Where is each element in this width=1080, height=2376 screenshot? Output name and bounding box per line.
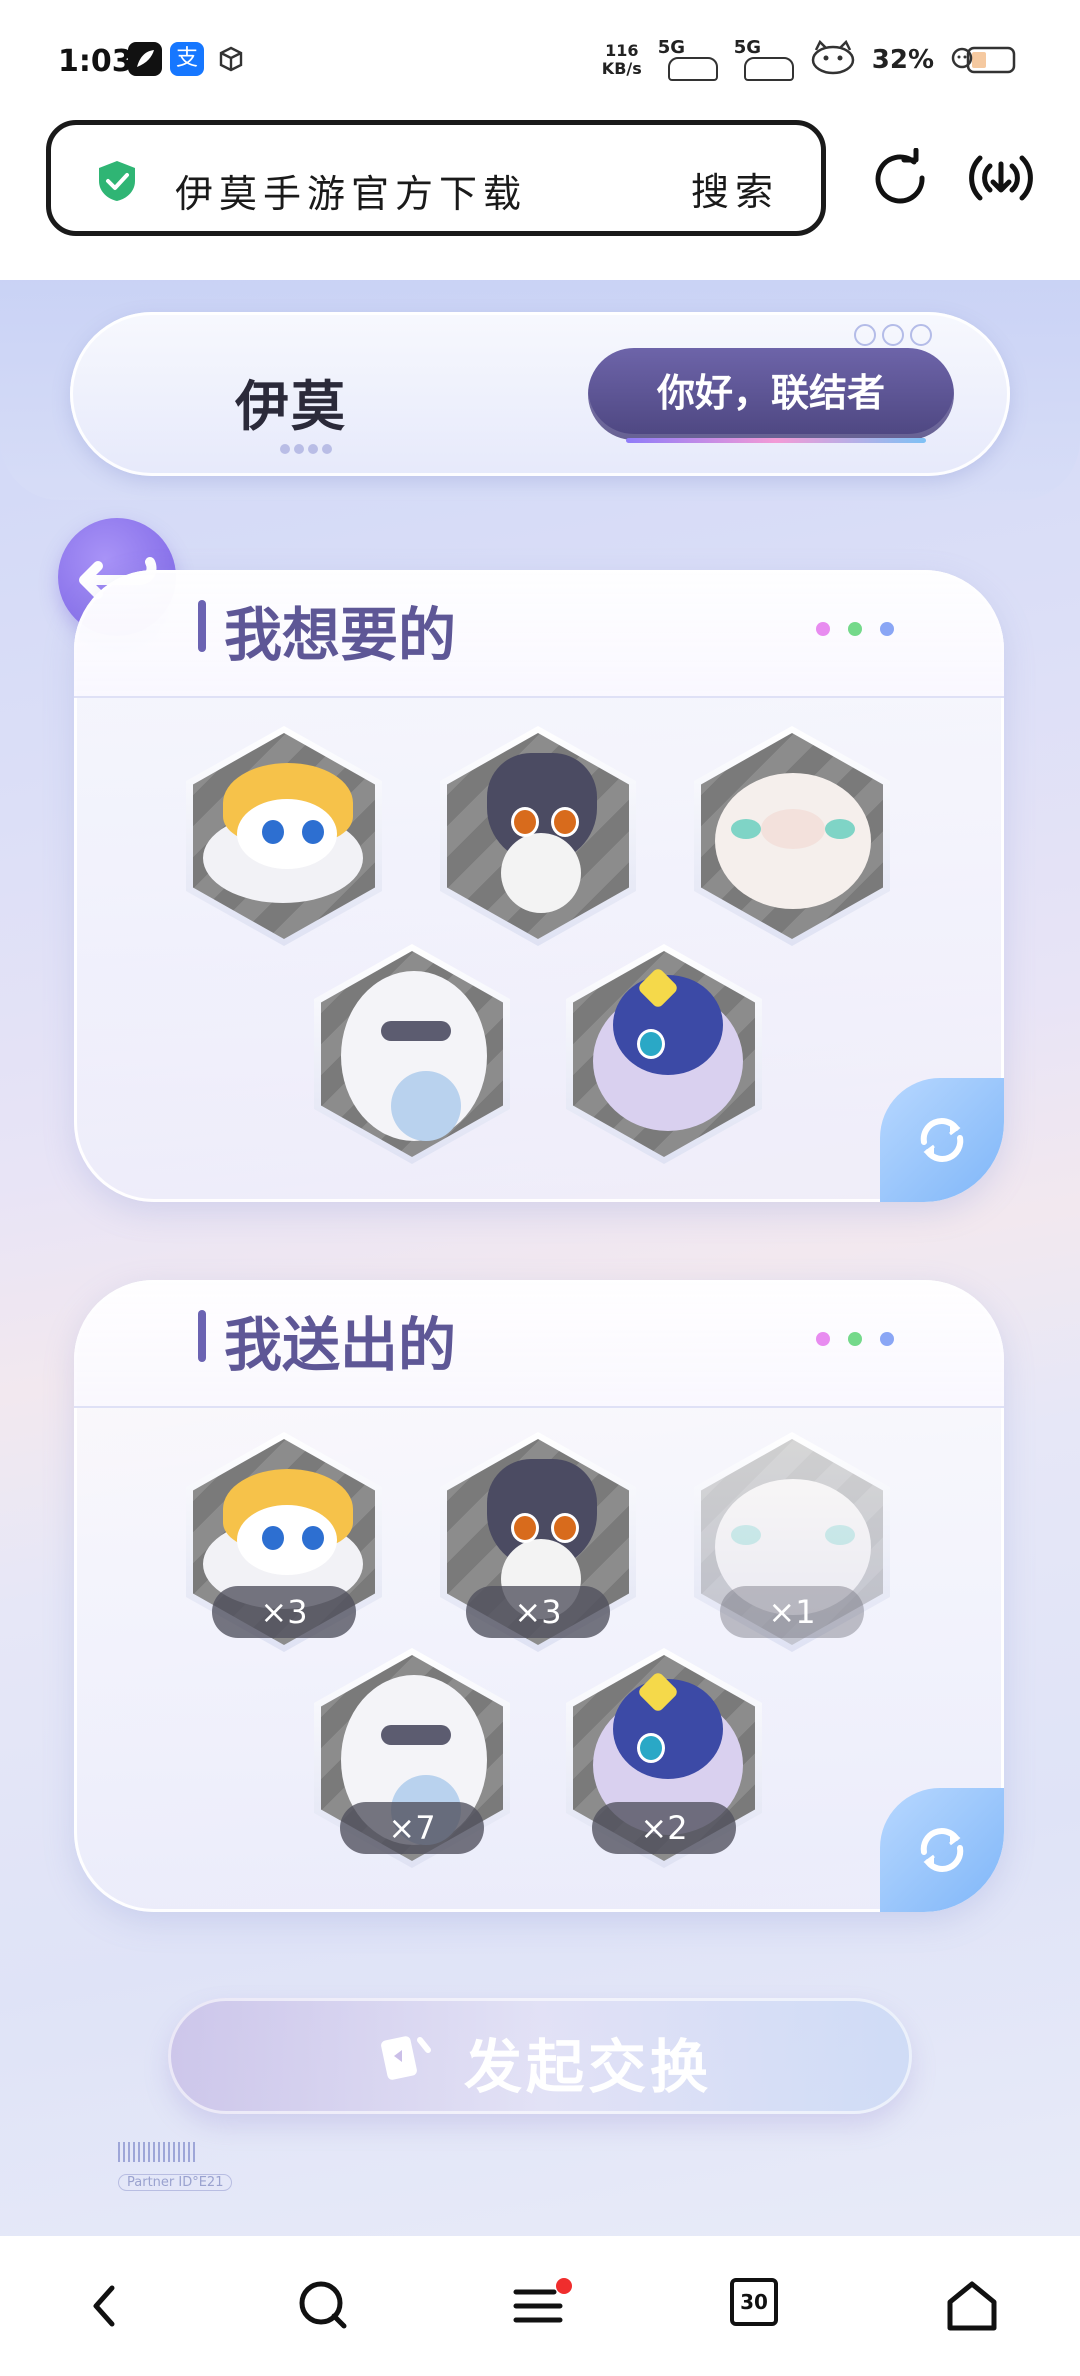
partner-id-tag: Partner ID°E21 (118, 2174, 233, 2191)
signal-sim2-icon: 5G (734, 35, 794, 85)
reload-icon[interactable] (870, 148, 930, 208)
search-button[interactable]: 搜索 (691, 161, 779, 216)
home-icon[interactable] (942, 2276, 1002, 2336)
status-bar: 1:03 支 116 KB/s 5G 5G 32% (0, 0, 1080, 120)
give-refresh-button[interactable] (880, 1788, 1004, 1912)
alipay-icon: 支 (170, 42, 204, 76)
logo-dots (280, 444, 332, 454)
want-card-header: 我想要的 (74, 570, 1004, 698)
search-input[interactable]: 伊莫手游官方下载 搜索 (46, 120, 826, 236)
bottom-nav: 30 (0, 2236, 1080, 2376)
cat-face-icon (810, 39, 856, 80)
refresh-icon (920, 1828, 964, 1872)
header-card: 伊莫 你好，联结者 (70, 312, 1010, 476)
want-card: 我想要的 (74, 570, 1004, 1202)
shield-check-icon (99, 161, 135, 201)
signal-sim1-icon: 5G (658, 35, 718, 85)
give-count-white-bear: ×7 (340, 1802, 484, 1854)
want-pet-orange-fox[interactable] (186, 726, 382, 946)
battery-cat-icon (950, 38, 1020, 82)
search-icon[interactable] (294, 2276, 354, 2336)
card-swap-icon (381, 2036, 431, 2080)
give-count-gray-wolf: ×3 (466, 1586, 610, 1638)
give-count-orange-fox: ×3 (212, 1586, 356, 1638)
deco-barcode (118, 2142, 198, 2162)
tabs-count-button[interactable]: 30 (730, 2278, 778, 2326)
battery-level: 32% (871, 45, 934, 75)
title-bar (198, 1310, 206, 1362)
pet-tile (193, 733, 375, 939)
game-logo: 伊莫 (235, 375, 347, 438)
clock: 1:03 (58, 44, 133, 79)
card-dots (816, 622, 894, 636)
title-bar (198, 600, 206, 652)
want-pet-gray-wolf[interactable] (440, 726, 636, 946)
header-mini-icons (854, 324, 932, 346)
want-pet-white-bear[interactable] (314, 944, 510, 1164)
want-card-title: 我想要的 (224, 601, 457, 669)
give-card: 我送出的 ×3 ×3 ×1 ×7 ×2 (74, 1280, 1004, 1912)
start-exchange-label: 发起交换 (464, 2033, 713, 2101)
cube-app-icon (214, 42, 248, 76)
give-card-header: 我送出的 (74, 1280, 1004, 1408)
greeting-button[interactable]: 你好，联结者 (588, 348, 954, 440)
give-card-title: 我送出的 (224, 1311, 457, 1379)
feather-app-icon (128, 42, 162, 76)
network-speed: 116 KB/s (602, 42, 642, 78)
back-icon[interactable] (76, 2276, 136, 2336)
give-count-blue-squirrel: ×2 (592, 1802, 736, 1854)
status-indicators: 116 KB/s 5G 5G 32% (602, 30, 1020, 90)
want-refresh-button[interactable] (880, 1078, 1004, 1202)
refresh-icon (920, 1118, 964, 1162)
greeting-underline (626, 438, 926, 443)
page-content: 伊莫 你好，联结者 我想要的 我送出的 ×3 ×3 ×1 ×7 ×2 发起交换 … (0, 280, 1080, 2236)
notification-dot (556, 2278, 572, 2294)
speed-value: 116 (605, 41, 639, 60)
sim1-label: 5G (657, 37, 686, 58)
sim2-label: 5G (733, 37, 762, 58)
download-broadcast-icon[interactable] (966, 146, 1036, 210)
speed-unit: KB/s (601, 59, 642, 78)
card-dots (816, 1332, 894, 1346)
pet-tile (447, 733, 629, 939)
want-pet-blue-squirrel[interactable] (566, 944, 762, 1164)
pet-tile (701, 733, 883, 939)
pet-tile (321, 951, 503, 1157)
search-query-text: 伊莫手游官方下载 (175, 172, 528, 216)
pet-tile (573, 951, 755, 1157)
start-exchange-button[interactable]: 发起交换 (168, 1998, 912, 2114)
want-pet-sheep-cloud[interactable] (694, 726, 890, 946)
give-count-sheep-cloud: ×1 (720, 1586, 864, 1638)
